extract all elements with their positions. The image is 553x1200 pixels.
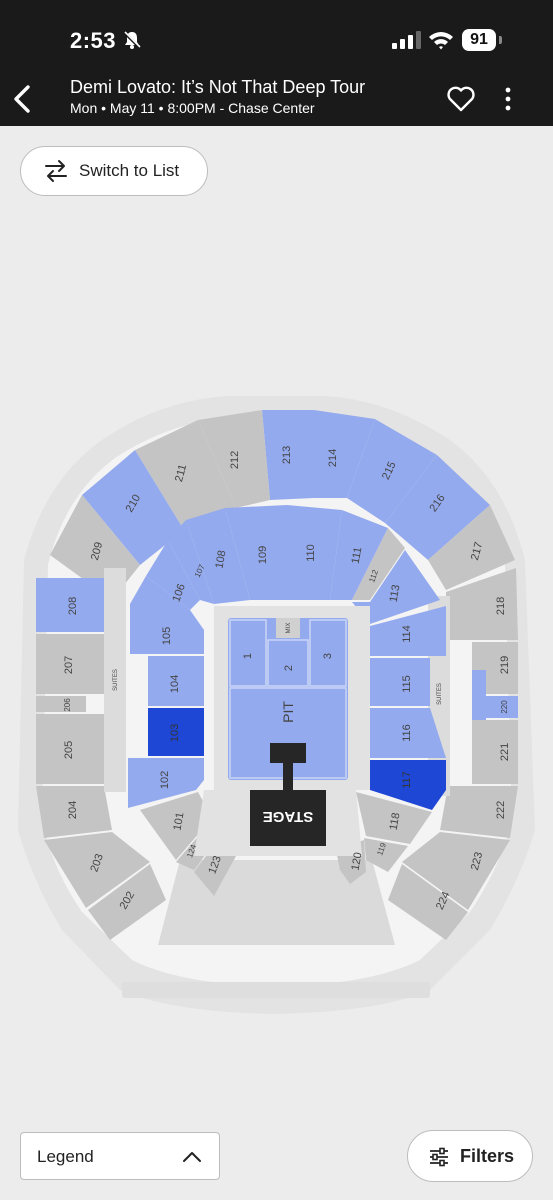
favorite-heart-icon[interactable] <box>446 86 476 112</box>
label-115: 115 <box>401 675 413 693</box>
label-222: 222 <box>495 801 507 819</box>
wifi-icon <box>429 32 453 50</box>
label-220: 220 <box>500 700 509 714</box>
label-102: 102 <box>159 771 171 789</box>
switch-to-list-button[interactable]: Switch to List <box>20 146 208 196</box>
filters-label: Filters <box>460 1146 515 1166</box>
label-suites-left: SUITES <box>113 669 119 691</box>
cell-signal-icon <box>392 31 421 49</box>
label-stage: STAGE <box>263 808 314 825</box>
top-bar: 2:53 91 Demi Lovato: It’s Not That Deep … <box>0 0 553 126</box>
label-208: 208 <box>67 597 79 615</box>
label-213: 213 <box>281 446 293 464</box>
section-221[interactable] <box>472 720 518 784</box>
label-218: 218 <box>495 597 507 615</box>
label-110: 110 <box>305 544 317 562</box>
rail <box>122 982 430 998</box>
label-109: 109 <box>257 546 269 564</box>
label-pit: PIT <box>280 701 296 723</box>
event-title: Demi Lovato: It’s Not That Deep Tour <box>70 77 366 97</box>
section-206[interactable] <box>36 696 86 712</box>
label-212: 212 <box>229 451 241 469</box>
battery-level: 91 <box>462 29 496 51</box>
label-117: 117 <box>401 771 413 789</box>
label-116: 116 <box>401 724 413 742</box>
label-suites-right: SUITES <box>437 683 443 705</box>
event-subtitle: Mon • May 11 • 8:00PM - Chase Center <box>70 100 315 116</box>
sliders-icon <box>430 1147 448 1167</box>
label-114: 114 <box>401 625 413 643</box>
label-204: 204 <box>67 801 79 819</box>
battery-indicator: 91 <box>462 29 502 51</box>
venue-seat-map[interactable]: 213 214 215 216 212 211 210 209 208 207 … <box>0 380 553 1040</box>
label-103: 103 <box>169 724 181 742</box>
label-105: 105 <box>161 627 173 645</box>
legend-button[interactable]: Legend <box>20 1132 220 1180</box>
chevron-up-icon <box>183 1152 201 1162</box>
label-section-1: 1 <box>242 653 254 659</box>
label-section-2: 2 <box>283 665 295 671</box>
label-206: 206 <box>63 698 72 712</box>
filters-button[interactable]: Filters <box>407 1130 533 1182</box>
section-115[interactable] <box>370 658 430 706</box>
back-chevron-icon[interactable] <box>10 84 34 114</box>
label-104: 104 <box>169 675 181 693</box>
status-time: 2:53 <box>70 28 117 53</box>
legend-label: Legend <box>37 1147 94 1166</box>
swap-arrows-icon <box>45 160 67 182</box>
switch-to-list-label: Switch to List <box>79 161 180 180</box>
label-205: 205 <box>63 741 75 759</box>
label-207: 207 <box>63 656 75 674</box>
section-2[interactable] <box>267 639 309 687</box>
label-214: 214 <box>327 449 339 467</box>
label-219: 219 <box>499 656 511 674</box>
label-221: 221 <box>499 743 511 761</box>
more-options-icon[interactable] <box>500 86 516 112</box>
label-section-3: 3 <box>322 653 334 659</box>
label-mix: MIX <box>286 623 292 634</box>
silent-bell-icon <box>122 30 142 50</box>
